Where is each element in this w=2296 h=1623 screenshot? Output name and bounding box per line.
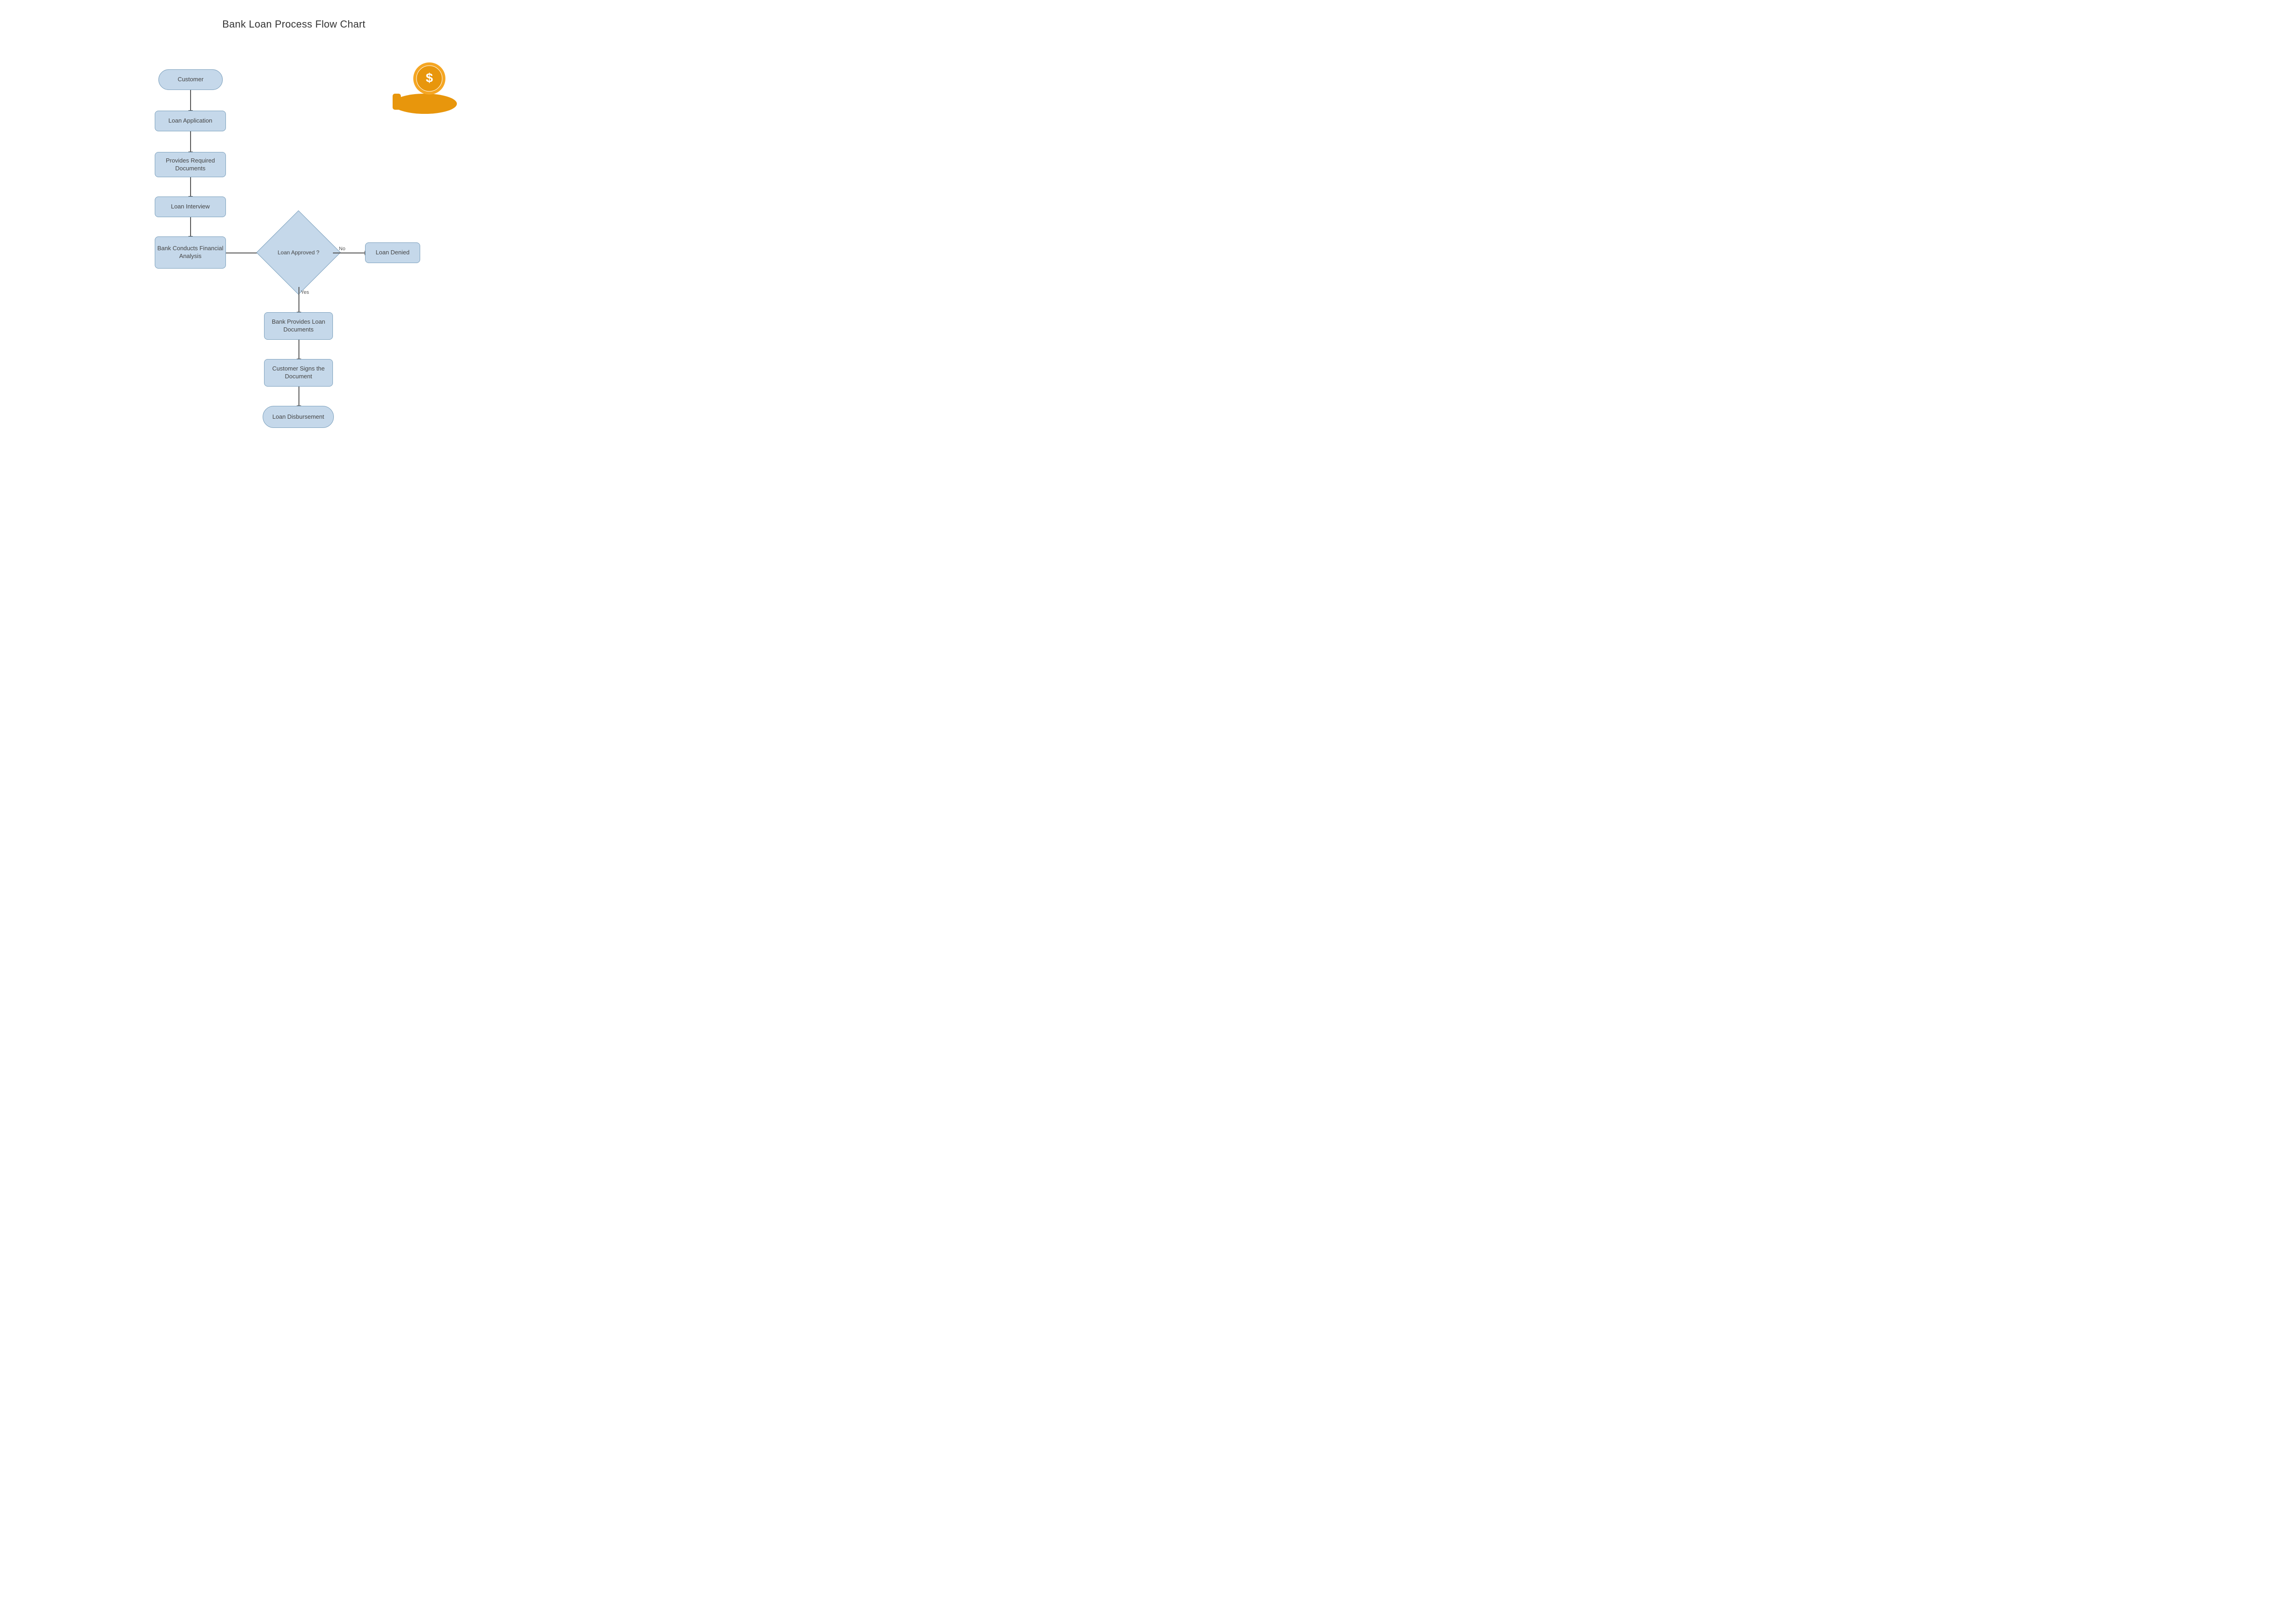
arrow-7: [298, 387, 299, 406]
node-bank-provides: Bank Provides Loan Documents: [264, 312, 333, 340]
node-loan-application: Loan Application: [155, 111, 226, 131]
label-yes: Yes: [301, 290, 309, 295]
arrow-6: [298, 340, 299, 359]
arrow-yes: [298, 287, 299, 312]
arrow-2: [190, 131, 191, 152]
page-title: Bank Loan Process Flow Chart: [222, 18, 366, 30]
node-loan-disbursement: Loan Disbursement: [263, 406, 334, 428]
node-customer-signs: Customer Signs the Document: [264, 359, 333, 387]
arrow-3: [190, 177, 191, 197]
arrow-1: [190, 90, 191, 111]
node-loan-denied: Loan Denied: [365, 242, 420, 263]
flowchart: $ Customer Loan Application Provides Req…: [87, 44, 501, 421]
loan-icon: $: [381, 58, 464, 118]
node-loan-interview: Loan Interview: [155, 197, 226, 217]
label-no: No: [339, 246, 345, 252]
node-loan-approved: Loan Approved ?: [264, 218, 333, 287]
svg-text:$: $: [426, 71, 433, 85]
node-provides-docs: Provides Required Documents: [155, 152, 226, 177]
node-customer: Customer: [158, 69, 223, 90]
node-bank-conducts: Bank Conducts Financial Analysis: [155, 236, 226, 269]
arrow-4: [190, 217, 191, 236]
